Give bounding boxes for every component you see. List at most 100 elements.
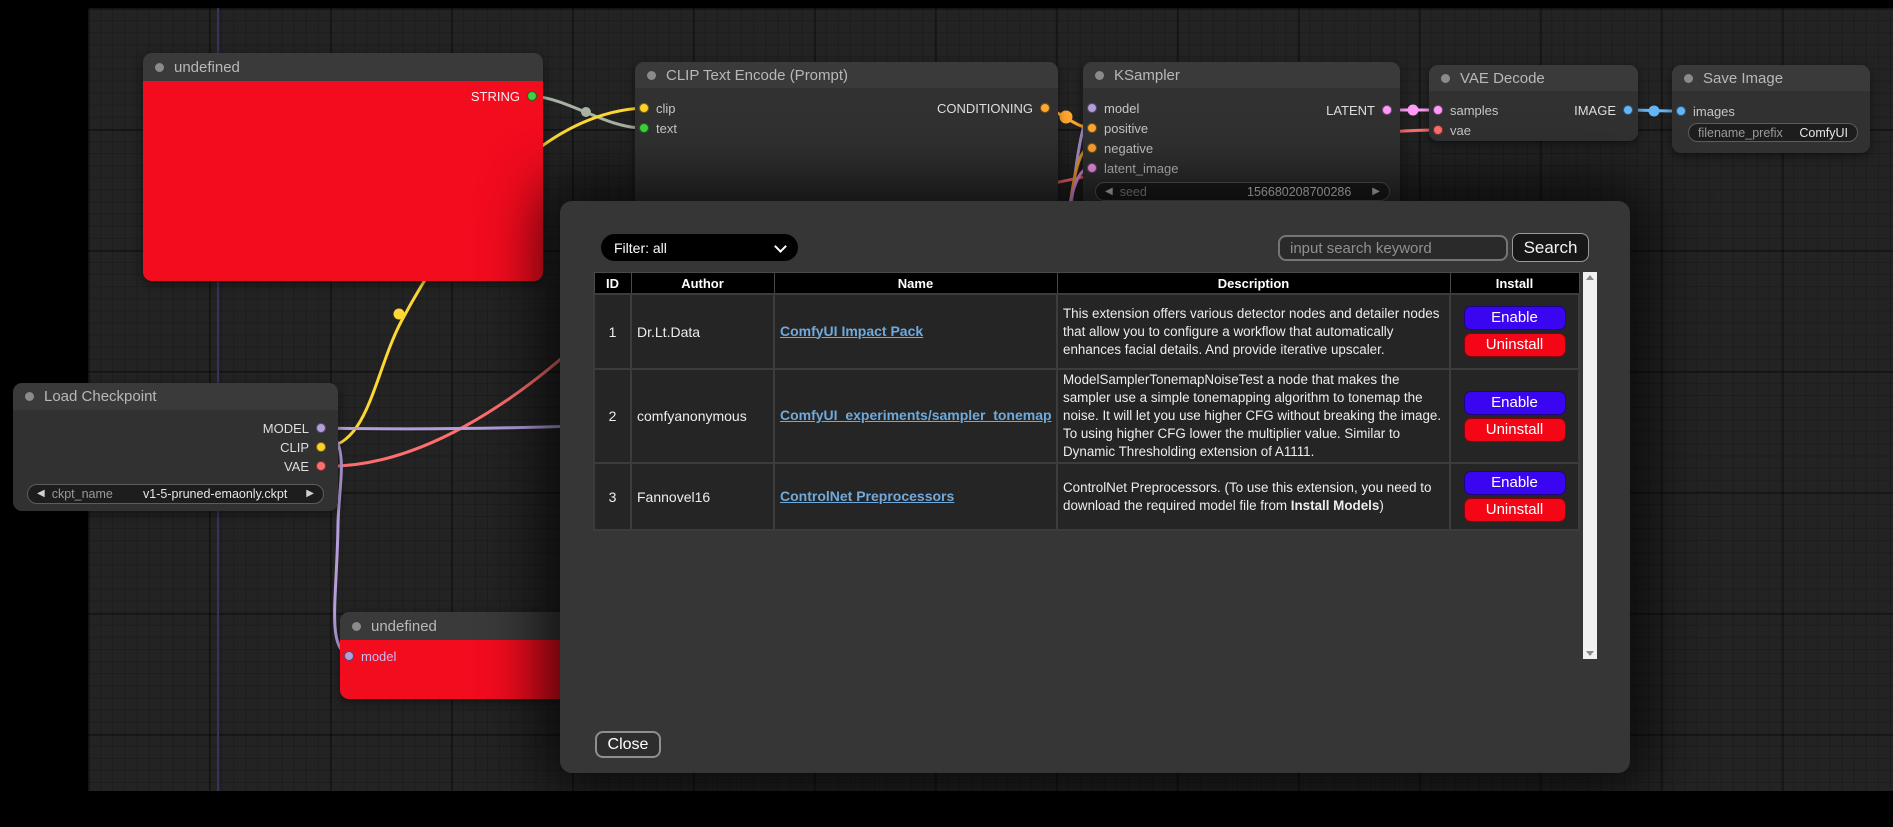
widget-name: seed [1120,185,1147,199]
port-dot-text[interactable] [639,123,649,133]
extension-manager-dialog: Filter: all Search ID Author Name Descri… [560,201,1630,773]
node-header[interactable]: Load Checkpoint [13,383,338,410]
table-header-row: ID Author Name Description Install [594,273,1579,295]
cell-description: ControlNet Preprocessors. (To use this e… [1057,463,1450,530]
filter-select[interactable]: Filter: all [601,234,798,261]
node-title: KSampler [1114,67,1180,84]
extension-link[interactable]: ComfyUI_experiments/sampler_tonemap [780,407,1052,423]
node-header[interactable]: CLIP Text Encode (Prompt) [635,62,1058,88]
extension-link[interactable]: ControlNet Preprocessors [780,488,954,504]
uninstall-button[interactable]: Uninstall [1464,418,1566,442]
wire-conditioning-dot[interactable] [1060,111,1073,124]
uninstall-button[interactable]: Uninstall [1464,333,1566,357]
node-status-dot-icon [647,71,656,80]
extension-table: ID Author Name Description Install 1 Dr.… [593,272,1580,531]
wire-latent-dot[interactable] [1408,105,1419,116]
node-clip-text-encode[interactable]: CLIP Text Encode (Prompt) clip text COND… [635,62,1058,201]
output-port-clip[interactable]: CLIP [280,440,326,454]
close-button[interactable]: Close [595,731,661,758]
input-port-model[interactable]: model [344,649,396,663]
node-save-image[interactable]: Save Image images filename_prefix ComfyU… [1672,65,1870,153]
output-port-conditioning[interactable]: CONDITIONING [937,101,1050,115]
table-scrollbar[interactable] [1583,272,1597,659]
node-ksampler[interactable]: KSampler model positive negative latent_… [1083,62,1400,201]
ckpt-name-widget[interactable]: ◀ ckpt_name v1-5-pruned-emaonly.ckpt ▶ [27,484,324,504]
port-dot-model[interactable] [316,423,326,433]
port-dot-conditioning[interactable] [1040,103,1050,113]
port-dot-negative[interactable] [1087,143,1097,153]
search-input[interactable] [1278,235,1508,261]
output-port-image[interactable]: IMAGE [1574,103,1633,117]
input-port-model[interactable]: model [1087,101,1139,115]
input-port-latent-image[interactable]: latent_image [1087,161,1178,175]
extension-link[interactable]: ComfyUI Impact Pack [780,323,923,339]
output-port-string[interactable]: STRING [471,89,537,103]
node-title: VAE Decode [1460,70,1545,87]
output-port-vae[interactable]: VAE [284,459,326,473]
input-port-clip[interactable]: clip [639,101,676,115]
input-port-negative[interactable]: negative [1087,141,1153,155]
col-header-name: Name [774,273,1057,295]
input-port-samples[interactable]: samples [1433,103,1498,117]
scroll-up-icon[interactable] [1586,275,1594,280]
widget-value: 156680208700286 [1247,185,1351,199]
seed-widget[interactable]: ◀ seed 156680208700286 ▶ [1095,182,1390,201]
port-dot-model[interactable] [1087,103,1097,113]
node-vae-decode[interactable]: VAE Decode samples vae IMAGE [1429,65,1638,141]
port-dot-latent-image[interactable] [1087,163,1097,173]
next-arrow-icon[interactable]: ▶ [306,489,314,499]
cell-author: Dr.Lt.Data [631,294,774,369]
node-header[interactable]: Save Image [1672,65,1870,91]
cell-author: comfyanonymous [631,369,774,463]
node-load-checkpoint[interactable]: Load Checkpoint MODEL CLIP VAE ◀ ckpt_na… [13,383,338,511]
port-dot-image[interactable] [1623,105,1633,115]
node-body: samples vae IMAGE [1429,91,1638,141]
output-port-model[interactable]: MODEL [263,421,326,435]
input-port-text[interactable]: text [639,121,677,135]
port-dot-clip[interactable] [316,442,326,452]
enable-button[interactable]: Enable [1464,306,1566,330]
port-dot-model[interactable] [344,651,354,661]
port-dot-samples[interactable] [1433,105,1443,115]
decrement-arrow-icon[interactable]: ◀ [1105,187,1113,197]
col-header-id: ID [594,273,631,295]
port-dot-vae[interactable] [316,461,326,471]
scroll-down-icon[interactable] [1586,651,1594,656]
node-header[interactable]: KSampler [1083,62,1400,88]
port-dot-string[interactable] [527,91,537,101]
comfyui-canvas[interactable]: undefined STRING CLIP Text Encode (Promp… [0,0,1893,827]
port-dot-latent[interactable] [1382,105,1392,115]
node-undefined-top[interactable]: undefined STRING [143,53,543,281]
enable-button[interactable]: Enable [1464,391,1566,415]
input-port-vae[interactable]: vae [1433,123,1471,137]
port-dot-images[interactable] [1676,106,1686,116]
prev-arrow-icon[interactable]: ◀ [37,489,45,499]
table-row: 2 comfyanonymous ComfyUI_experiments/sam… [594,369,1579,463]
node-body: images filename_prefix ComfyUI [1672,91,1870,153]
filename-prefix-widget[interactable]: filename_prefix ComfyUI [1688,123,1858,142]
port-dot-positive[interactable] [1087,123,1097,133]
port-dot-vae[interactable] [1433,125,1443,135]
table-row: 1 Dr.Lt.Data ComfyUI Impact Pack This ex… [594,294,1579,369]
node-header[interactable]: VAE Decode [1429,65,1638,91]
input-port-positive[interactable]: positive [1087,121,1148,135]
node-header[interactable]: undefined [143,53,543,81]
wire-image-dot[interactable] [1649,106,1660,117]
search-button[interactable]: Search [1512,233,1589,262]
output-port-latent[interactable]: LATENT [1326,103,1392,117]
col-header-install: Install [1450,273,1579,295]
wire-clip-dot[interactable] [394,309,405,320]
port-dot-clip[interactable] [639,103,649,113]
node-title: Load Checkpoint [44,388,157,405]
enable-button[interactable]: Enable [1464,471,1566,495]
uninstall-button[interactable]: Uninstall [1464,498,1566,522]
input-port-images[interactable]: images [1676,104,1735,118]
increment-arrow-icon[interactable]: ▶ [1372,187,1380,197]
col-header-author: Author [631,273,774,295]
wire-string-dot[interactable] [581,107,591,117]
node-status-dot-icon [1095,71,1104,80]
node-title: undefined [371,618,437,635]
node-status-dot-icon [155,63,164,72]
cell-description: ModelSamplerTonemapNoiseTest a node that… [1057,369,1450,463]
node-title: Save Image [1703,70,1783,87]
